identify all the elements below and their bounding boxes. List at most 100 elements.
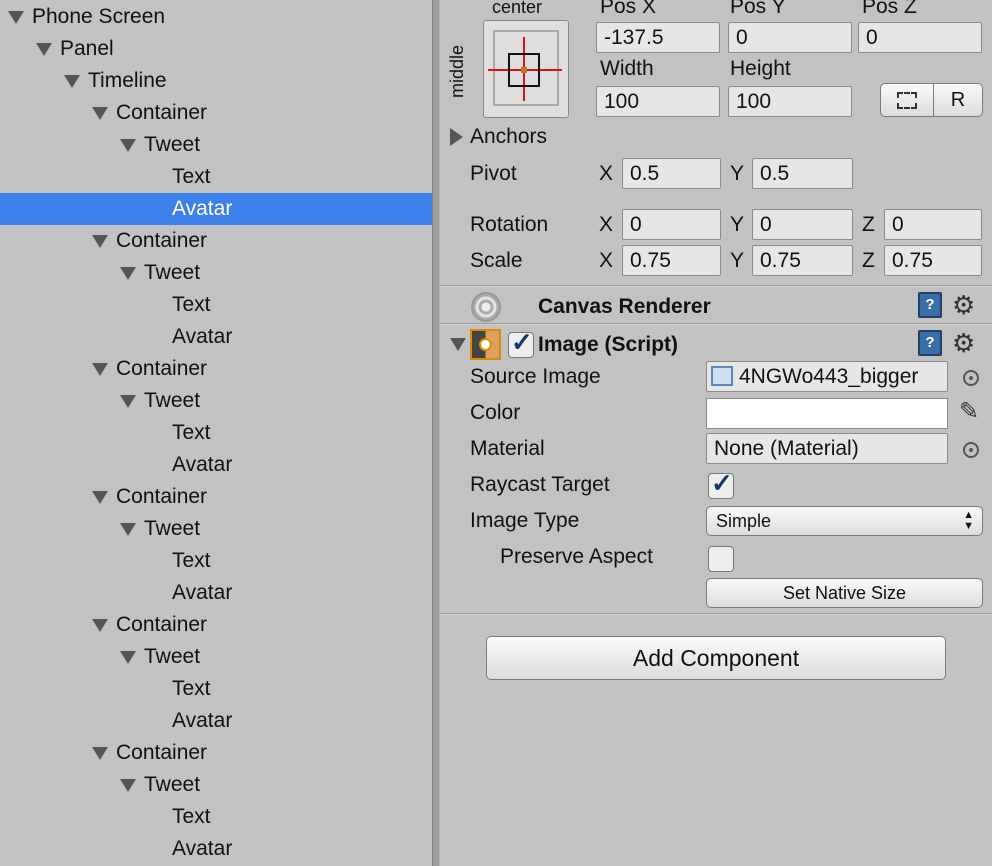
foldout-arrow-icon[interactable] (92, 107, 108, 120)
source-image-field[interactable]: 4NGWo443_bigger (706, 361, 948, 392)
hierarchy-item[interactable]: Tweet (0, 769, 432, 801)
hierarchy-item-label: Avatar (172, 453, 233, 476)
set-native-size-button[interactable]: Set Native Size (706, 578, 983, 608)
pivot-y-field[interactable]: 0.5 (752, 158, 853, 189)
material-object-picker-icon[interactable] (963, 442, 979, 458)
hierarchy-item-label: Panel (60, 37, 114, 60)
width-field[interactable]: 100 (596, 86, 720, 117)
hierarchy-item[interactable]: Tweet (0, 513, 432, 545)
hierarchy-item[interactable]: Avatar (0, 321, 432, 353)
scale-z-field[interactable]: 0.75 (884, 245, 982, 276)
image-script-title[interactable]: Image (Script) (538, 332, 678, 358)
hierarchy-item[interactable]: Avatar (0, 449, 432, 481)
scale-x-axis-label[interactable]: X (599, 248, 613, 274)
hierarchy-item[interactable]: Text (0, 289, 432, 321)
hierarchy-item-label: Avatar (172, 325, 233, 348)
hierarchy-item[interactable]: Phone Screen (0, 1, 432, 33)
hierarchy-item[interactable]: Container (0, 97, 432, 129)
foldout-arrow-icon[interactable] (36, 43, 52, 56)
anchors-foldout-arrow-icon[interactable] (450, 128, 463, 146)
foldout-arrow-icon[interactable] (120, 395, 136, 408)
foldout-arrow-icon[interactable] (64, 75, 80, 88)
hierarchy-item[interactable]: Container (0, 481, 432, 513)
scale-y-field[interactable]: 0.75 (752, 245, 853, 276)
hierarchy-item[interactable]: Avatar (0, 193, 432, 225)
height-field[interactable]: 100 (728, 86, 852, 117)
hierarchy-item[interactable]: Container (0, 225, 432, 257)
foldout-arrow-icon[interactable] (92, 491, 108, 504)
scale-y-axis-label[interactable]: Y (730, 248, 744, 274)
material-field[interactable]: None (Material) (706, 433, 948, 464)
hierarchy-item-label: Tweet (144, 773, 201, 796)
pivot-x-field[interactable]: 0.5 (622, 158, 721, 189)
rotation-z-axis-label[interactable]: Z (862, 212, 875, 238)
material-label: Material (470, 437, 545, 460)
hierarchy-item[interactable]: Text (0, 673, 432, 705)
canvas-renderer-help-book-icon[interactable]: ? (918, 292, 942, 318)
anchors-label[interactable]: Anchors (470, 124, 547, 150)
image-enabled-checkbox[interactable]: ✓ (508, 327, 534, 358)
scale-x-field[interactable]: 0.75 (622, 245, 721, 276)
hierarchy-item[interactable]: Tweet (0, 641, 432, 673)
rotation-z-field[interactable]: 0 (884, 209, 982, 240)
foldout-arrow-icon[interactable] (120, 779, 136, 792)
canvas-renderer-gear-icon[interactable]: ⚙ (952, 292, 975, 318)
hierarchy-item[interactable]: Tweet (0, 129, 432, 161)
add-component-button[interactable]: Add Component (486, 636, 946, 680)
hierarchy-item-label: Text (172, 805, 211, 828)
image-type-value: Simple (716, 511, 772, 531)
raycast-target-checkbox[interactable]: ✓ (708, 468, 734, 499)
hierarchy-item[interactable]: Avatar (0, 705, 432, 737)
foldout-arrow-icon[interactable] (92, 363, 108, 376)
foldout-arrow-icon[interactable] (120, 523, 136, 536)
hierarchy-item[interactable]: Container (0, 609, 432, 641)
foldout-arrow-icon[interactable] (120, 139, 136, 152)
anchor-preset-button[interactable] (483, 20, 569, 118)
scale-z-axis-label[interactable]: Z (862, 248, 875, 274)
hierarchy-item[interactable]: Avatar (0, 577, 432, 609)
foldout-arrow-icon[interactable] (92, 747, 108, 760)
hierarchy-item[interactable]: Panel (0, 33, 432, 65)
pivot-y-axis-label[interactable]: Y (730, 161, 744, 187)
image-help-book-icon[interactable]: ? (918, 330, 942, 356)
hierarchy-item[interactable]: Text (0, 161, 432, 193)
rotation-x-field[interactable]: 0 (622, 209, 721, 240)
pos-y-field[interactable]: 0 (728, 22, 852, 53)
foldout-arrow-icon[interactable] (120, 267, 136, 280)
inspector-panel: center middle Pos X Pos Y Pos Z -137.5 0… (440, 0, 992, 866)
rotation-y-field[interactable]: 0 (752, 209, 853, 240)
hierarchy-item[interactable]: Container (0, 353, 432, 385)
hierarchy-item[interactable]: Text (0, 545, 432, 577)
hierarchy-item-label: Text (172, 677, 211, 700)
hierarchy-item[interactable]: Timeline (0, 65, 432, 97)
hierarchy-item[interactable]: Container (0, 737, 432, 769)
source-image-object-picker-icon[interactable] (963, 370, 979, 386)
rotation-x-axis-label[interactable]: X (599, 212, 613, 238)
pos-x-field[interactable]: -137.5 (596, 22, 720, 53)
eyedropper-icon[interactable]: ✎ (959, 398, 979, 426)
blueprint-mode-button[interactable] (880, 83, 934, 117)
foldout-arrow-icon[interactable] (92, 235, 108, 248)
hierarchy-item[interactable]: Avatar (0, 833, 432, 865)
pos-z-field[interactable]: 0 (858, 22, 982, 53)
hierarchy-item[interactable]: Text (0, 801, 432, 833)
preserve-aspect-checkbox[interactable] (708, 546, 734, 572)
pos-z-label: Pos Z (862, 0, 917, 18)
panel-splitter[interactable] (432, 0, 440, 866)
pivot-x-axis-label[interactable]: X (599, 161, 613, 187)
canvas-renderer-title[interactable]: Canvas Renderer (538, 294, 711, 320)
rotation-y-axis-label[interactable]: Y (730, 212, 744, 238)
hierarchy-item[interactable]: Tweet (0, 257, 432, 289)
hierarchy-item[interactable]: Tweet (0, 385, 432, 417)
foldout-arrow-icon[interactable] (8, 11, 24, 24)
image-gear-icon[interactable]: ⚙ (952, 330, 975, 356)
color-swatch[interactable] (706, 398, 948, 429)
foldout-arrow-icon[interactable] (92, 619, 108, 632)
image-type-dropdown[interactable]: Simple ▲ ▼ (706, 506, 983, 536)
hierarchy-item-label: Container (116, 613, 208, 636)
pivot-label: Pivot (470, 162, 517, 185)
hierarchy-item[interactable]: Text (0, 417, 432, 449)
raw-edit-button[interactable]: R (933, 83, 983, 117)
image-foldout-arrow-icon[interactable] (450, 338, 466, 351)
foldout-arrow-icon[interactable] (120, 651, 136, 664)
